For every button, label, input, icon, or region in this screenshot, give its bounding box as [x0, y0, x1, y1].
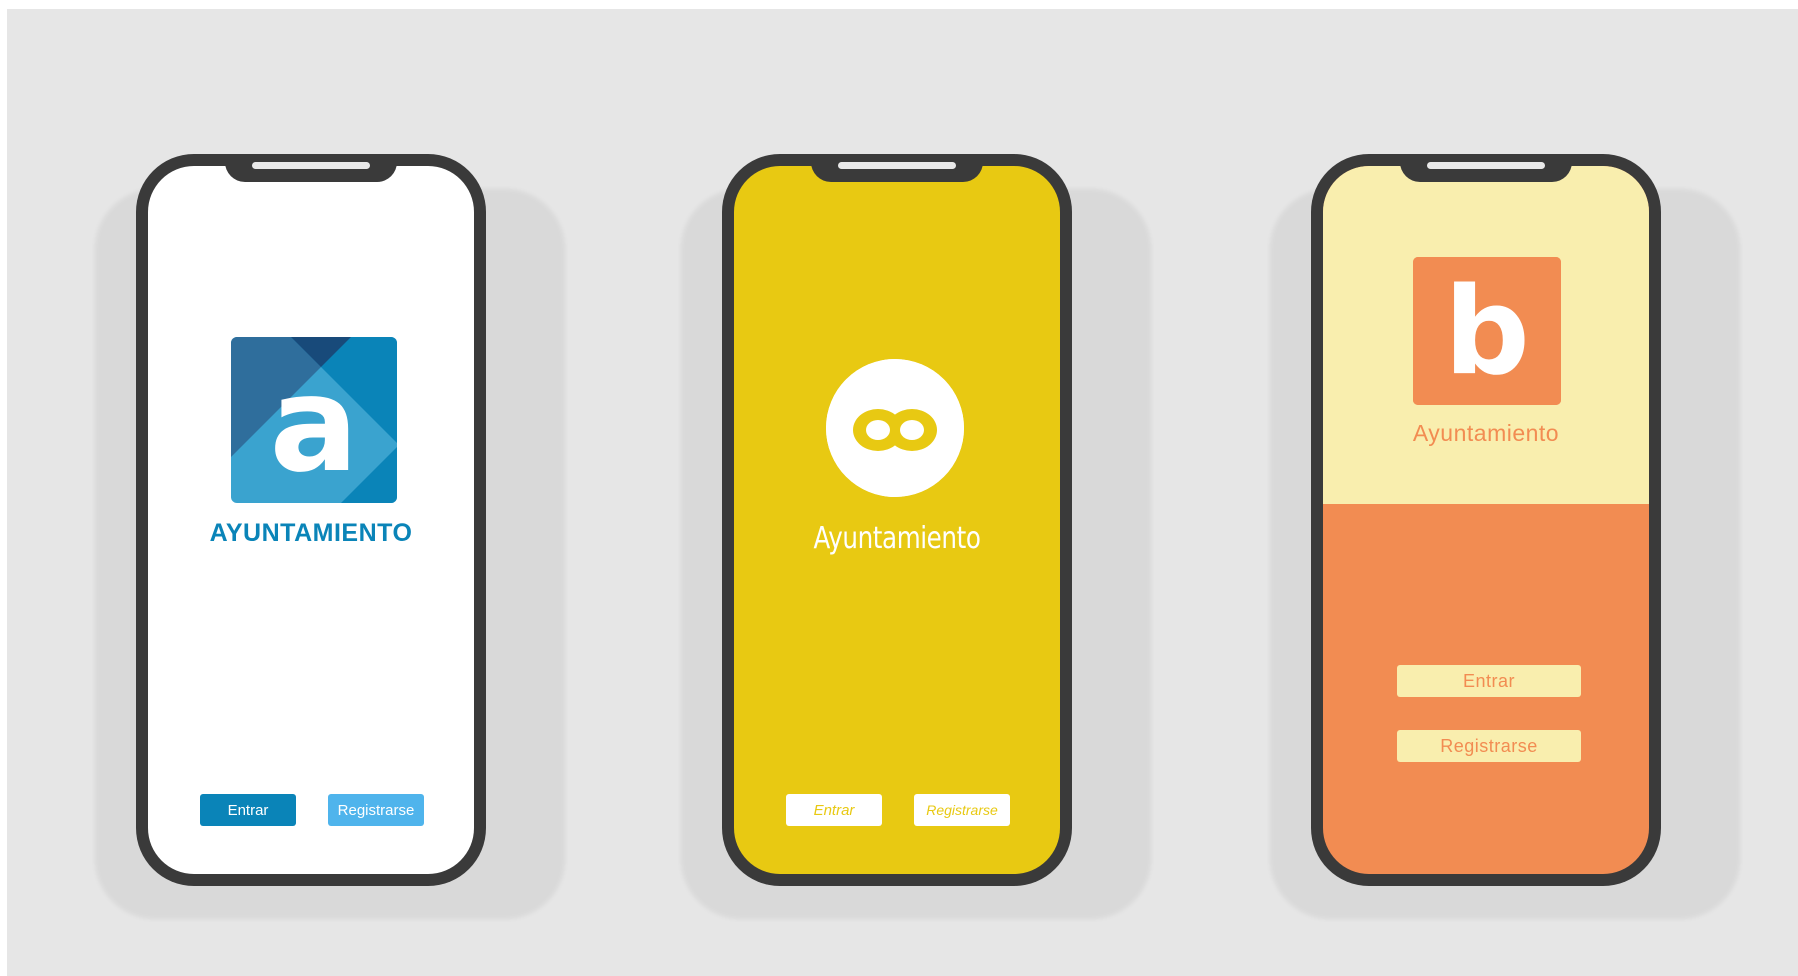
- app-title: Ayuntamiento: [1412, 420, 1560, 446]
- phone-screen: b Ayuntamiento Entrar Registrarse: [1323, 166, 1649, 874]
- phone-mockup-blue: a AYUNTAMIENTO Entrar Registrarse: [136, 154, 486, 886]
- phone-speaker: [1427, 162, 1545, 169]
- enter-button[interactable]: Entrar: [1397, 665, 1581, 697]
- logo-a-letter: a: [269, 348, 358, 502]
- app-logo-a: a: [231, 337, 397, 503]
- register-button[interactable]: Registrarse: [1397, 730, 1581, 762]
- app-logo-ao: ao: [826, 359, 964, 497]
- phone-speaker: [252, 162, 370, 169]
- phone-mockup-orange: b Ayuntamiento Entrar Registrarse: [1311, 154, 1661, 886]
- enter-button[interactable]: Entrar: [786, 794, 882, 826]
- app-title: Ayuntamiento: [813, 521, 981, 556]
- phone-mockup-yellow: ao Ayuntamiento Entrar Registrarse: [722, 154, 1072, 886]
- logo-ao-icon: ao: [826, 359, 964, 497]
- phone-speaker: [838, 162, 956, 169]
- app-logo-b: b: [1413, 257, 1561, 405]
- logo-a-icon: a: [231, 337, 397, 503]
- app-title: AYUNTAMIENTO: [209, 519, 413, 547]
- phone-screen: ao Ayuntamiento Entrar Registrarse: [734, 166, 1060, 874]
- register-button[interactable]: Registrarse: [914, 794, 1010, 826]
- enter-button[interactable]: Entrar: [200, 794, 296, 826]
- register-button[interactable]: Registrarse: [328, 794, 424, 826]
- mockup-canvas: a AYUNTAMIENTO Entrar Registrarse Ayunta…: [7, 9, 1798, 976]
- logo-b-letter: b: [1444, 263, 1530, 402]
- phone-screen: a AYUNTAMIENTO Entrar Registrarse: [148, 166, 474, 874]
- logo-b-icon: b: [1413, 257, 1561, 405]
